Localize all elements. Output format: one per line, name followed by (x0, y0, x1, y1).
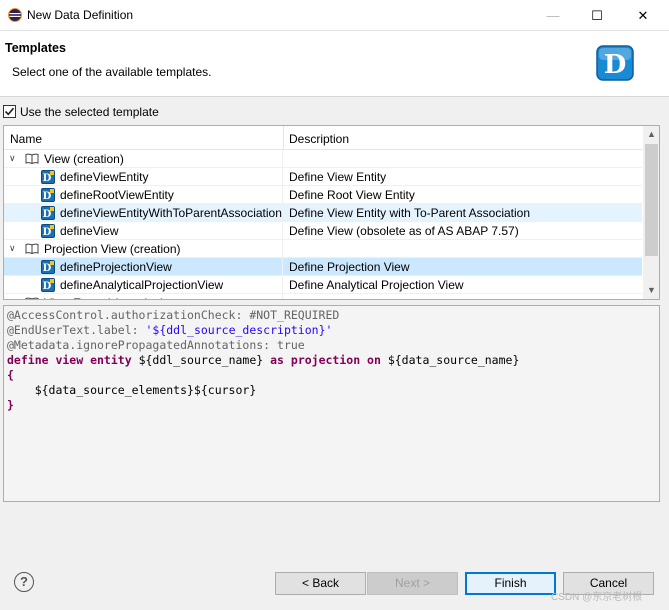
group-label: Projection View (creation) (44, 242, 181, 256)
code-token: @Metadata.ignorePropagatedAnnotations: t… (7, 338, 305, 352)
ddl-template-icon: D (41, 224, 55, 238)
template-name: defineAnalyticalProjectionView (60, 278, 224, 292)
title-bar: New Data Definition — ☐ ✕ (0, 0, 669, 31)
code-token: ${ddl_source_name} (138, 353, 271, 367)
use-template-label: Use the selected template (20, 105, 159, 119)
cell-description: Define Analytical Projection View (289, 278, 464, 292)
group-label: View Extend (creation) (44, 296, 165, 299)
table-row[interactable]: DdefineAnalyticalProjectionView Define An… (4, 276, 642, 294)
cell-description: Define View Entity (289, 170, 387, 184)
code-token: '${ddl_source_description}' (145, 323, 333, 337)
checkmark-icon (4, 107, 15, 116)
template-name: defineView (60, 224, 119, 238)
code-token: ${data_source_name} (387, 353, 520, 367)
window-title: New Data Definition (27, 8, 134, 22)
table-row[interactable]: DdefineView Define View (obsolete as of A… (4, 222, 642, 240)
group-label: View (creation) (44, 152, 124, 166)
cell-description: Define View Entity with To-Parent Associ… (289, 206, 531, 220)
table-row[interactable]: DdefineRootViewEntity Define Root View En… (4, 186, 642, 204)
chevron-right-icon[interactable]: › (9, 297, 12, 299)
svg-text:D: D (604, 50, 627, 80)
column-divider[interactable] (283, 126, 284, 150)
code-token: @EndUserText.label: (7, 323, 146, 337)
cell-description: Define Projection View (289, 260, 410, 274)
template-name: defineViewEntityWithToParentAssociation (60, 206, 282, 220)
cell-name: ∨ Projection View (creation) (4, 240, 283, 258)
watermark: CSDN @东京老树根 (551, 592, 643, 603)
code-line: define view entity ${ddl_source_name} as… (7, 353, 656, 368)
cell-name: ∨ View (creation) (4, 150, 283, 168)
cell-description: Define Root View Entity (289, 188, 415, 202)
close-button[interactable]: ✕ (620, 0, 666, 31)
book-icon (25, 243, 39, 254)
code-token: define view entity (7, 353, 139, 367)
table-header: Name Description (4, 126, 642, 150)
code-token: @AccessControl.authorizationCheck: #NOT_… (7, 308, 340, 322)
code-token: as projection on (270, 353, 388, 367)
table-scrollbar[interactable]: ▲ ▼ (643, 126, 659, 299)
chevron-down-icon[interactable]: ∨ (9, 153, 16, 164)
page-description: Select one of the available templates. (12, 65, 212, 79)
back-button[interactable]: < Back (275, 572, 366, 595)
templates-table: Name Description ∨ View (creation) Ddefine… (3, 125, 660, 300)
code-token: ${data_source_elements}${cursor} (7, 383, 257, 397)
tree-group-row[interactable]: ∨ Projection View (creation) (4, 240, 642, 258)
code-line: @EndUserText.label: '${ddl_source_descri… (7, 323, 656, 338)
book-icon (25, 153, 39, 164)
eclipse-icon (8, 8, 22, 22)
cell-name: DdefineViewEntity (4, 168, 283, 186)
code-token: { (7, 368, 14, 382)
tree-group-row[interactable]: › View Extend (creation) (4, 294, 642, 299)
table-body: ∨ View (creation) DdefineViewEntity Define … (4, 150, 642, 299)
code-line: { (7, 368, 656, 383)
maximize-button[interactable]: ☐ (574, 0, 620, 31)
cell-name: DdefineRootViewEntity (4, 186, 283, 204)
code-line: } (7, 398, 656, 413)
table-row[interactable]: DdefineProjectionView Define Projection V… (4, 258, 642, 276)
help-icon[interactable]: ? (14, 572, 34, 592)
ddl-template-icon: D (41, 278, 55, 292)
page-title: Templates (5, 41, 66, 55)
code-line: @AccessControl.authorizationCheck: #NOT_… (7, 308, 656, 323)
code-line: ${data_source_elements}${cursor} (7, 383, 656, 398)
tree-group-row[interactable]: ∨ View (creation) (4, 150, 642, 168)
book-icon (25, 297, 39, 299)
template-name: defineViewEntity (60, 170, 149, 184)
data-definition-logo-icon: D (596, 45, 634, 81)
wizard-header: Templates Select one of the available te… (0, 31, 669, 97)
minimize-button[interactable]: — (530, 0, 576, 31)
code-line: @Metadata.ignorePropagatedAnnotations: t… (7, 338, 656, 353)
finish-button[interactable]: Finish (465, 572, 556, 595)
scroll-up-arrow-icon[interactable]: ▲ (643, 126, 659, 143)
scrollbar-thumb[interactable] (645, 144, 658, 256)
template-preview: @AccessControl.authorizationCheck: #NOT_… (3, 305, 660, 502)
ddl-template-icon: D (41, 206, 55, 220)
cell-name: DdefineProjectionView (4, 258, 283, 276)
template-name: defineRootViewEntity (60, 188, 174, 202)
cell-name: DdefineViewEntityWithToParentAssociation (4, 204, 283, 222)
ddl-template-icon: D (41, 260, 55, 274)
code-token: } (7, 398, 14, 412)
next-button[interactable]: Next > (367, 572, 458, 595)
scroll-down-arrow-icon[interactable]: ▼ (643, 282, 659, 299)
table-row[interactable]: DdefineViewEntity Define View Entity (4, 168, 642, 186)
table-row[interactable]: DdefineViewEntityWithToParentAssociation… (4, 204, 642, 222)
column-header-name[interactable]: Name (10, 132, 42, 146)
ddl-template-icon: D (41, 188, 55, 202)
use-template-checkbox[interactable] (3, 105, 16, 118)
ddl-template-icon: D (41, 170, 55, 184)
cell-name: DdefineView (4, 222, 283, 240)
cell-name: › View Extend (creation) (4, 294, 283, 299)
column-header-description[interactable]: Description (289, 132, 349, 146)
cell-description: Define View (obsolete as of AS ABAP 7.57… (289, 224, 519, 238)
cell-name: DdefineAnalyticalProjectionView (4, 276, 283, 294)
chevron-down-icon[interactable]: ∨ (9, 243, 16, 254)
template-name: defineProjectionView (60, 260, 172, 274)
